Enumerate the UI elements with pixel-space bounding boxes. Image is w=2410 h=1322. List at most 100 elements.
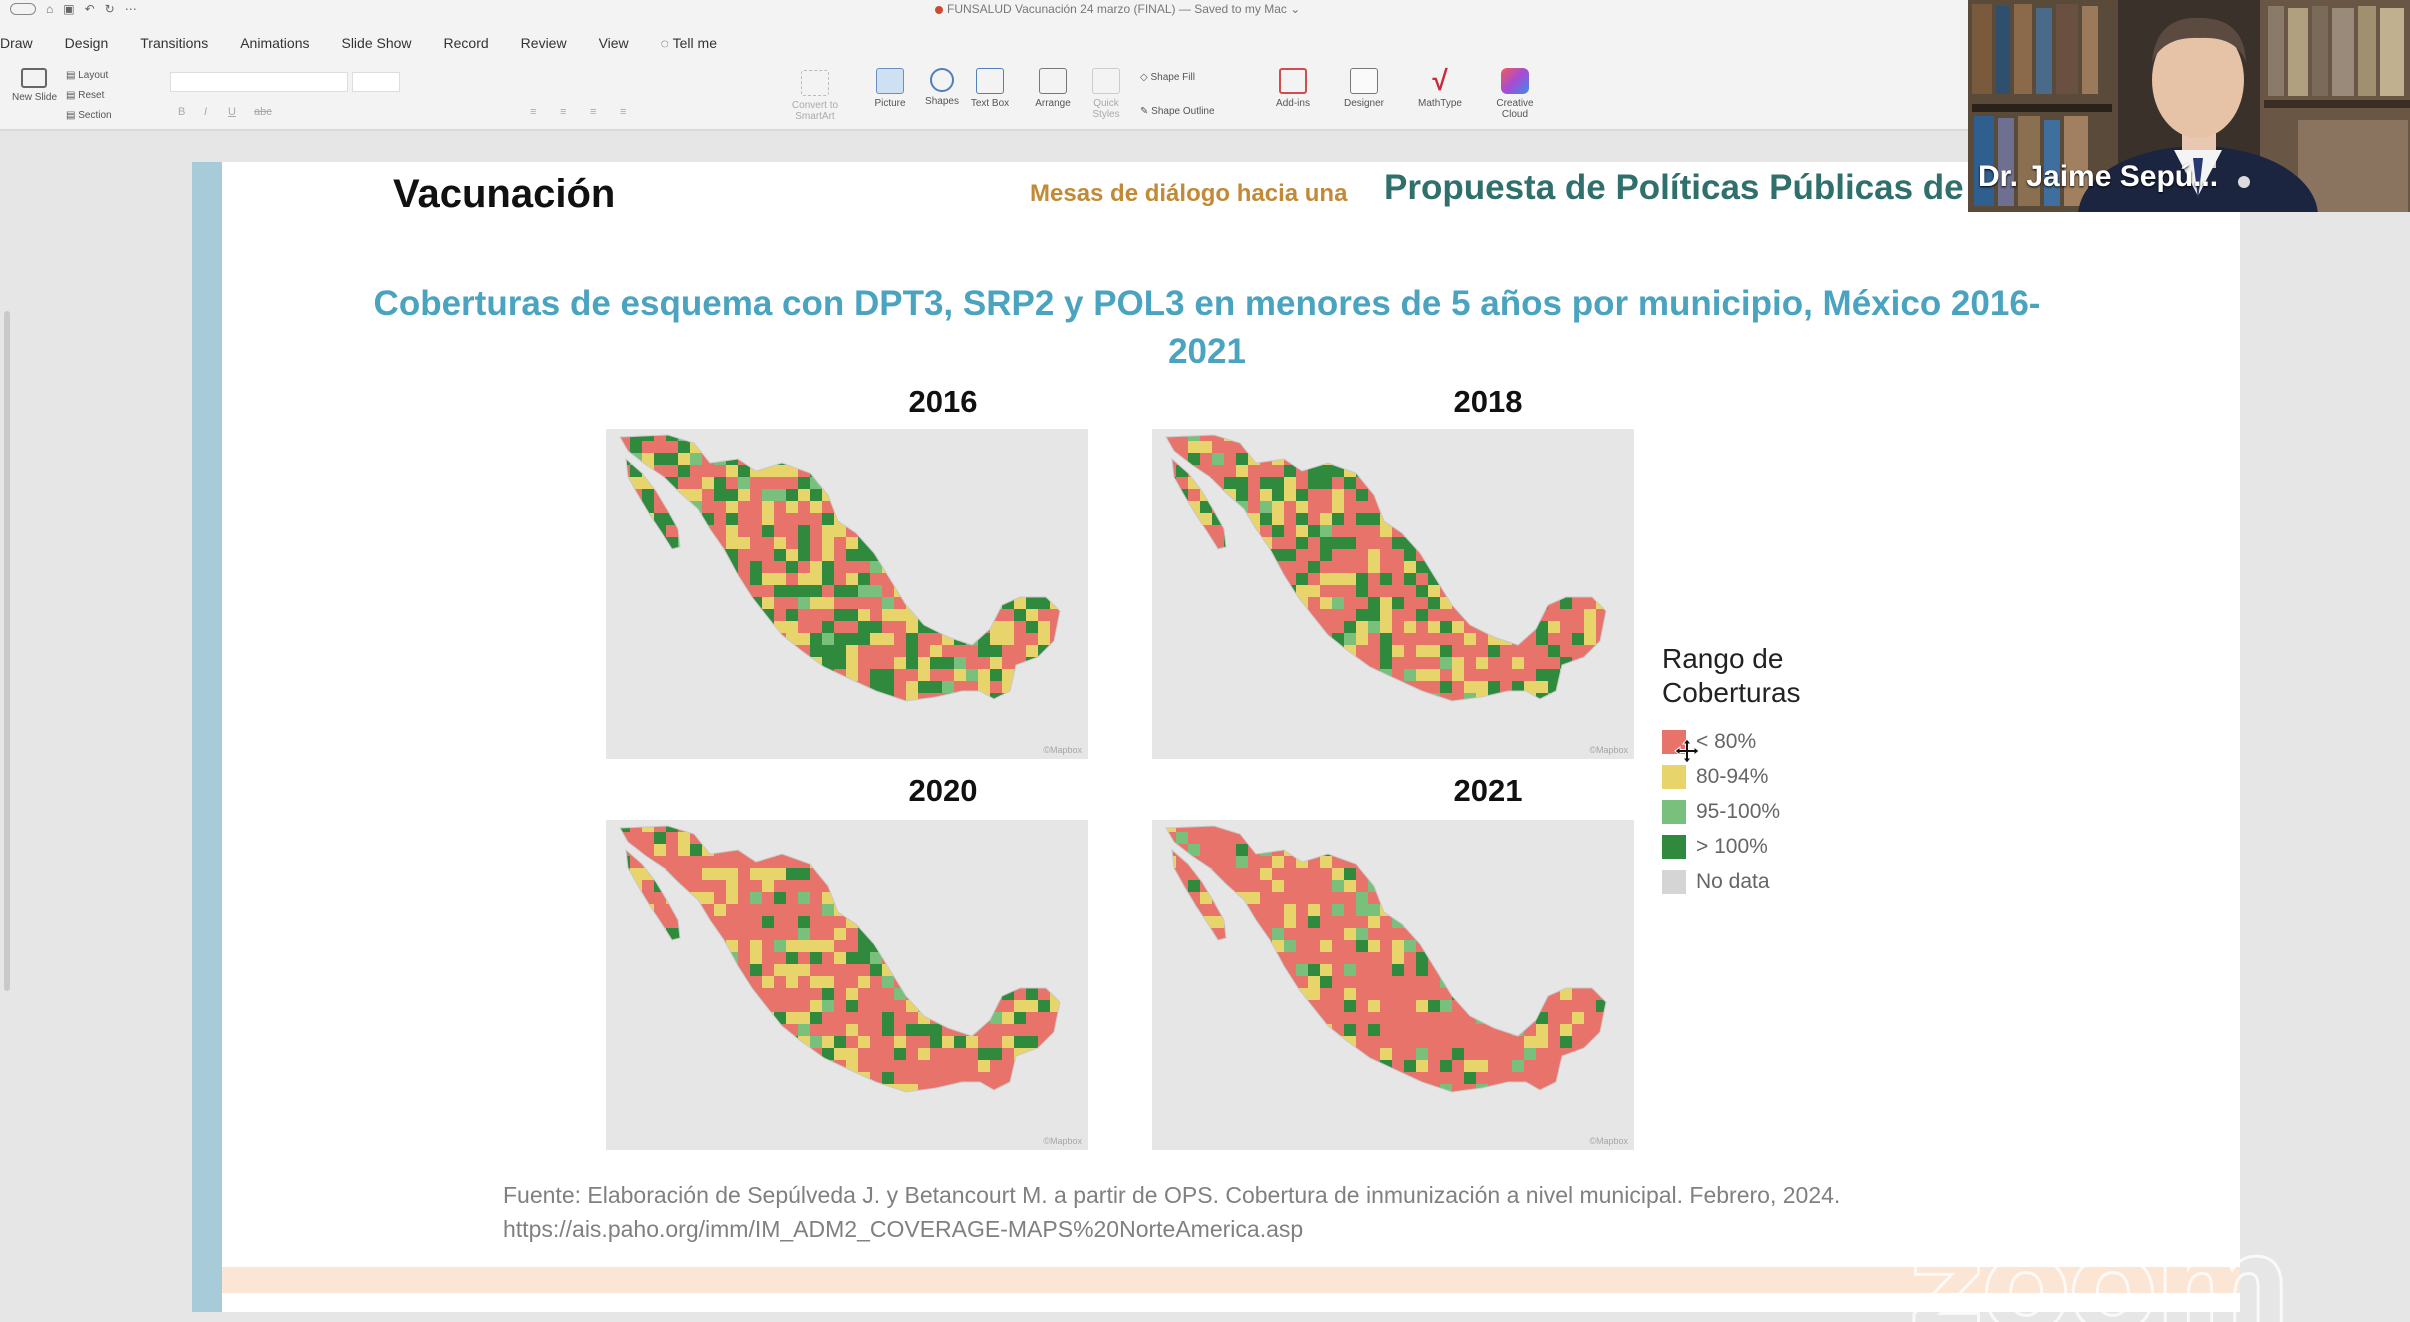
tab-review[interactable]: Review (505, 35, 583, 51)
designer-button[interactable]: Designer (1338, 68, 1390, 109)
quick-styles-icon (1092, 68, 1120, 94)
autosave-toggle-icon[interactable] (10, 3, 36, 15)
choropleth-map-2020[interactable]: ©Mapbox (606, 820, 1088, 1150)
legend-swatch (1662, 765, 1686, 789)
choropleth-map-2021[interactable]: ©Mapbox (1152, 820, 1634, 1150)
choropleth-map-2018[interactable]: ©Mapbox (1152, 429, 1634, 759)
arrange-button[interactable]: Arrange (1028, 68, 1078, 109)
font-name-input[interactable] (170, 72, 348, 92)
thumbnail-scrollbar[interactable] (4, 311, 10, 991)
mathtype-icon: √ (1432, 65, 1448, 96)
redo-icon[interactable]: ↻ (105, 2, 115, 16)
map-attribution: ©Mapbox (1043, 745, 1082, 755)
picture-button[interactable]: Picture (868, 68, 912, 109)
tab-view[interactable]: View (583, 35, 645, 51)
participant-video-tile[interactable]: Dr. Jaime Sepú... (1968, 0, 2410, 212)
map-attribution: ©Mapbox (1589, 1136, 1628, 1146)
quick-access-toolbar: ⌂ ▣ ↶ ↻ ⋯ (10, 2, 137, 16)
justify-button[interactable]: ≡ (620, 106, 626, 118)
recording-indicator-icon (935, 5, 943, 14)
mexico-map-2020 (606, 820, 1088, 1150)
undo-icon[interactable]: ↶ (85, 2, 95, 16)
more-icon[interactable]: ⋯ (125, 2, 137, 16)
slide-proposal-title: Propuesta de Políticas Públicas de S (1384, 168, 1997, 207)
shapes-button[interactable]: Shapes (918, 68, 966, 107)
tab-transitions[interactable]: Transitions (124, 35, 224, 51)
add-ins-icon (1279, 68, 1307, 94)
chevron-down-icon[interactable]: ⌄ (1290, 2, 1300, 16)
legend-item: 95-100% (1662, 799, 1780, 825)
move-cursor-icon (1674, 738, 1700, 764)
slide-accent-band (192, 162, 222, 1312)
source-citation: Fuente: Elaboración de Sepúlveda J. y Be… (503, 1178, 1840, 1246)
creative-cloud-icon (1501, 68, 1529, 94)
legend-item: 80-94% (1662, 764, 1768, 790)
microphone-status-icon (2238, 176, 2250, 188)
legend-item: No data (1662, 869, 1770, 895)
zoom-watermark: zoom (1907, 1207, 2294, 1322)
ribbon-tabs: Draw Design Transitions Animations Slide… (0, 20, 1968, 66)
slide-tagline: Mesas de diálogo hacia una (1030, 180, 1348, 207)
legend-swatch (1662, 800, 1686, 824)
shape-outline-button[interactable]: ✎ Shape Outline (1140, 106, 1215, 117)
window-title-bar: ⌂ ▣ ↶ ↻ ⋯ FUNSALUD Vacunación 24 marzo (… (0, 0, 1968, 20)
map-year-label: 2016 (908, 384, 978, 419)
layout-button[interactable]: ▤ Layout (66, 70, 108, 81)
document-title: FUNSALUD Vacunación 24 marzo (FINAL) — S… (935, 2, 1300, 16)
map-attribution: ©Mapbox (1589, 745, 1628, 755)
chart-title: Coberturas de esquema con DPT3, SRP2 y P… (373, 284, 2041, 371)
strikethrough-button[interactable]: abc (254, 106, 272, 118)
smartart-icon (801, 70, 829, 96)
mexico-map-2016 (606, 429, 1088, 759)
new-slide-button[interactable]: New Slide (12, 68, 57, 103)
italic-button[interactable]: I (204, 106, 207, 118)
reset-icon: ▤ (66, 90, 79, 101)
convert-smartart-button[interactable]: Convert to SmartArt (780, 70, 850, 122)
mexico-map-2018 (1152, 429, 1634, 759)
align-center-button[interactable]: ≡ (560, 106, 566, 118)
tell-me-search[interactable]: ◌ Tell me (645, 35, 733, 51)
new-slide-icon (21, 68, 47, 88)
map-year-label: 2021 (1453, 773, 1523, 808)
creative-cloud-button[interactable]: Creative Cloud (1490, 68, 1540, 120)
lightbulb-icon: ◌ (660, 35, 673, 51)
legend-swatch (1662, 835, 1686, 859)
section-button[interactable]: ▤ Section (66, 110, 112, 121)
legend-swatch (1662, 870, 1686, 894)
slide-canvas[interactable]: Vacunación Mesas de diálogo hacia una Pr… (192, 162, 2240, 1312)
text-box-button[interactable]: Text Box (970, 68, 1010, 109)
map-attribution: ©Mapbox (1043, 1136, 1082, 1146)
underline-button[interactable]: U (228, 106, 236, 118)
text-box-icon (976, 68, 1004, 94)
tab-design[interactable]: Design (49, 35, 125, 51)
participant-name: Dr. Jaime Sepú... (1978, 160, 2219, 193)
save-icon[interactable]: ▣ (63, 2, 74, 16)
layout-icon: ▤ (66, 70, 79, 81)
source-link[interactable]: https://ais.paho.org/imm/IM_ADM2_COVERAG… (503, 1212, 1840, 1246)
map-year-label: 2020 (908, 773, 978, 808)
tab-draw[interactable]: Draw (0, 35, 49, 51)
font-size-input[interactable] (352, 72, 400, 92)
tab-record[interactable]: Record (428, 35, 505, 51)
shape-fill-button[interactable]: ◇ Shape Fill (1140, 72, 1195, 83)
ribbon-toolbar: New Slide ▤ Layout ▤ Reset ▤ Section B I… (0, 66, 1968, 130)
bold-button[interactable]: B (178, 106, 185, 118)
add-ins-button[interactable]: Add-ins (1270, 68, 1316, 109)
home-icon[interactable]: ⌂ (46, 2, 53, 16)
choropleth-map-2016[interactable]: ©Mapbox (606, 429, 1088, 759)
align-left-button[interactable]: ≡ (530, 106, 536, 118)
legend-item: > 100% (1662, 834, 1768, 860)
tab-animations[interactable]: Animations (224, 35, 325, 51)
paint-bucket-icon: ◇ (1140, 72, 1151, 83)
picture-icon (876, 68, 904, 94)
align-right-button[interactable]: ≡ (590, 106, 596, 118)
slide-heading: Vacunación (393, 172, 616, 216)
tab-slide-show[interactable]: Slide Show (325, 35, 427, 51)
legend-title: Rango de Coberturas (1662, 643, 1801, 708)
mathtype-button[interactable]: √ MathType (1412, 65, 1468, 110)
quick-styles-button[interactable]: Quick Styles (1086, 68, 1126, 120)
pen-icon: ✎ (1140, 106, 1152, 117)
reset-button[interactable]: ▤ Reset (66, 90, 104, 101)
designer-icon (1350, 68, 1378, 94)
shapes-icon (930, 68, 954, 92)
